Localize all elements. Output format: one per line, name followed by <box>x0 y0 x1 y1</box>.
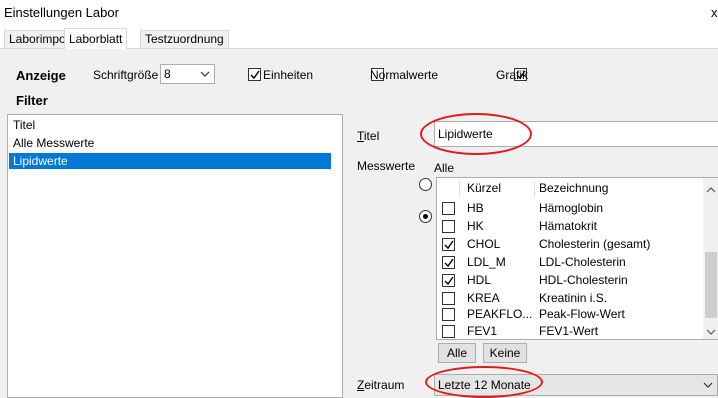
table-row[interactable]: HB Hämoglobin <box>437 200 705 217</box>
table-row[interactable]: FEV1 FEV1-Wert <box>437 323 705 339</box>
table-row[interactable]: HDL HDL-Cholesterin <box>437 272 705 289</box>
einheiten-checkbox[interactable] <box>248 68 261 81</box>
alle-radio-label: Alle <box>434 161 455 175</box>
messwerte-label: Messwerte <box>357 159 416 173</box>
auswahl-radio[interactable] <box>419 210 432 223</box>
table-row[interactable]: PEAKFLO... Peak-Flow-Wert <box>437 306 705 323</box>
chevron-up-icon[interactable] <box>706 182 716 196</box>
row-name: FEV1-Wert <box>539 324 599 338</box>
alle-radio[interactable] <box>419 178 432 191</box>
font-size-label: Schriftgröße <box>93 68 159 82</box>
header-kuerzel: Kürzel <box>467 181 502 195</box>
row-code: HB <box>467 201 484 215</box>
tab-laborblatt[interactable]: Laborblatt <box>64 28 128 49</box>
grafik-label: Grafik <box>496 68 529 82</box>
anzeige-heading: Anzeige <box>16 68 66 83</box>
filter-item-alle-messwerte[interactable]: Alle Messwerte <box>9 135 331 151</box>
table-row[interactable]: LDL_M LDL-Cholesterin <box>437 254 705 271</box>
row-code: KREA <box>467 291 500 305</box>
row-name: Hämoglobin <box>539 201 604 215</box>
red-annotation-circle-zeitraum <box>425 366 543 398</box>
filter-item-lipidwerte[interactable]: Lipidwerte <box>9 153 331 169</box>
row-name: Kreatinin i.S. <box>539 291 608 305</box>
scroll-thumb[interactable] <box>705 252 717 318</box>
radio-dot-icon <box>423 214 428 219</box>
select-all-button[interactable]: Alle <box>438 343 476 363</box>
row-name: Cholesterin (gesamt) <box>539 237 651 251</box>
row-name: Hämatokrit <box>539 219 598 233</box>
row-code: LDL_M <box>467 255 506 269</box>
row-code: HDL <box>467 273 492 287</box>
titel-label: Titel <box>357 129 380 143</box>
check-icon <box>250 70 260 80</box>
row-name: Peak-Flow-Wert <box>539 307 625 321</box>
messwerte-grid[interactable]: Kürzel Bezeichnung HB Hämoglobin HK Häma… <box>436 177 718 340</box>
chevron-down-icon <box>703 375 713 395</box>
einheiten-label: Einheiten <box>263 68 314 82</box>
row-checkbox[interactable] <box>442 238 455 251</box>
table-row[interactable]: HK Hämatokrit <box>437 218 705 235</box>
row-name: HDL-Cholesterin <box>539 273 628 287</box>
header-bezeichnung: Bezeichnung <box>539 181 609 195</box>
row-checkbox[interactable] <box>442 220 455 233</box>
grid-scrollbar[interactable] <box>703 178 718 339</box>
zeitraum-label: Zeitraum <box>357 378 405 392</box>
row-code: CHOL <box>467 237 501 251</box>
chevron-down-icon <box>200 65 210 83</box>
normalwerte-label: Normalwerte <box>370 68 439 82</box>
font-size-select[interactable]: 8 <box>160 64 215 84</box>
check-icon <box>444 240 454 250</box>
row-checkbox[interactable] <box>442 308 455 321</box>
row-checkbox[interactable] <box>442 325 455 338</box>
chevron-down-icon[interactable] <box>706 324 716 338</box>
filter-heading: Filter <box>16 93 48 108</box>
row-code: PEAKFLO... <box>467 307 533 321</box>
font-size-value: 8 <box>164 67 171 81</box>
row-checkbox[interactable] <box>442 292 455 305</box>
filter-list[interactable]: Titel Alle Messwerte Lipidwerte <box>7 114 343 398</box>
close-icon[interactable]: x <box>711 5 718 20</box>
tab-testzuordnung[interactable]: Testzuordnung <box>140 30 229 48</box>
check-icon <box>444 276 454 286</box>
filter-item-titel[interactable]: Titel <box>9 117 331 133</box>
table-row[interactable]: KREA Kreatinin i.S. <box>437 290 705 307</box>
check-icon <box>444 258 454 268</box>
row-checkbox[interactable] <box>442 274 455 287</box>
row-name: LDL-Cholesterin <box>539 255 626 269</box>
grid-header: Kürzel Bezeichnung <box>437 180 705 197</box>
row-checkbox[interactable] <box>442 256 455 269</box>
table-row[interactable]: CHOL Cholesterin (gesamt) <box>437 236 705 253</box>
window-title: Einstellungen Labor <box>4 5 119 20</box>
row-code: FEV1 <box>467 324 498 338</box>
row-checkbox[interactable] <box>442 202 455 215</box>
red-annotation-circle-titel <box>420 113 532 155</box>
row-code: HK <box>467 219 484 233</box>
select-none-button[interactable]: Keine <box>483 343 527 363</box>
